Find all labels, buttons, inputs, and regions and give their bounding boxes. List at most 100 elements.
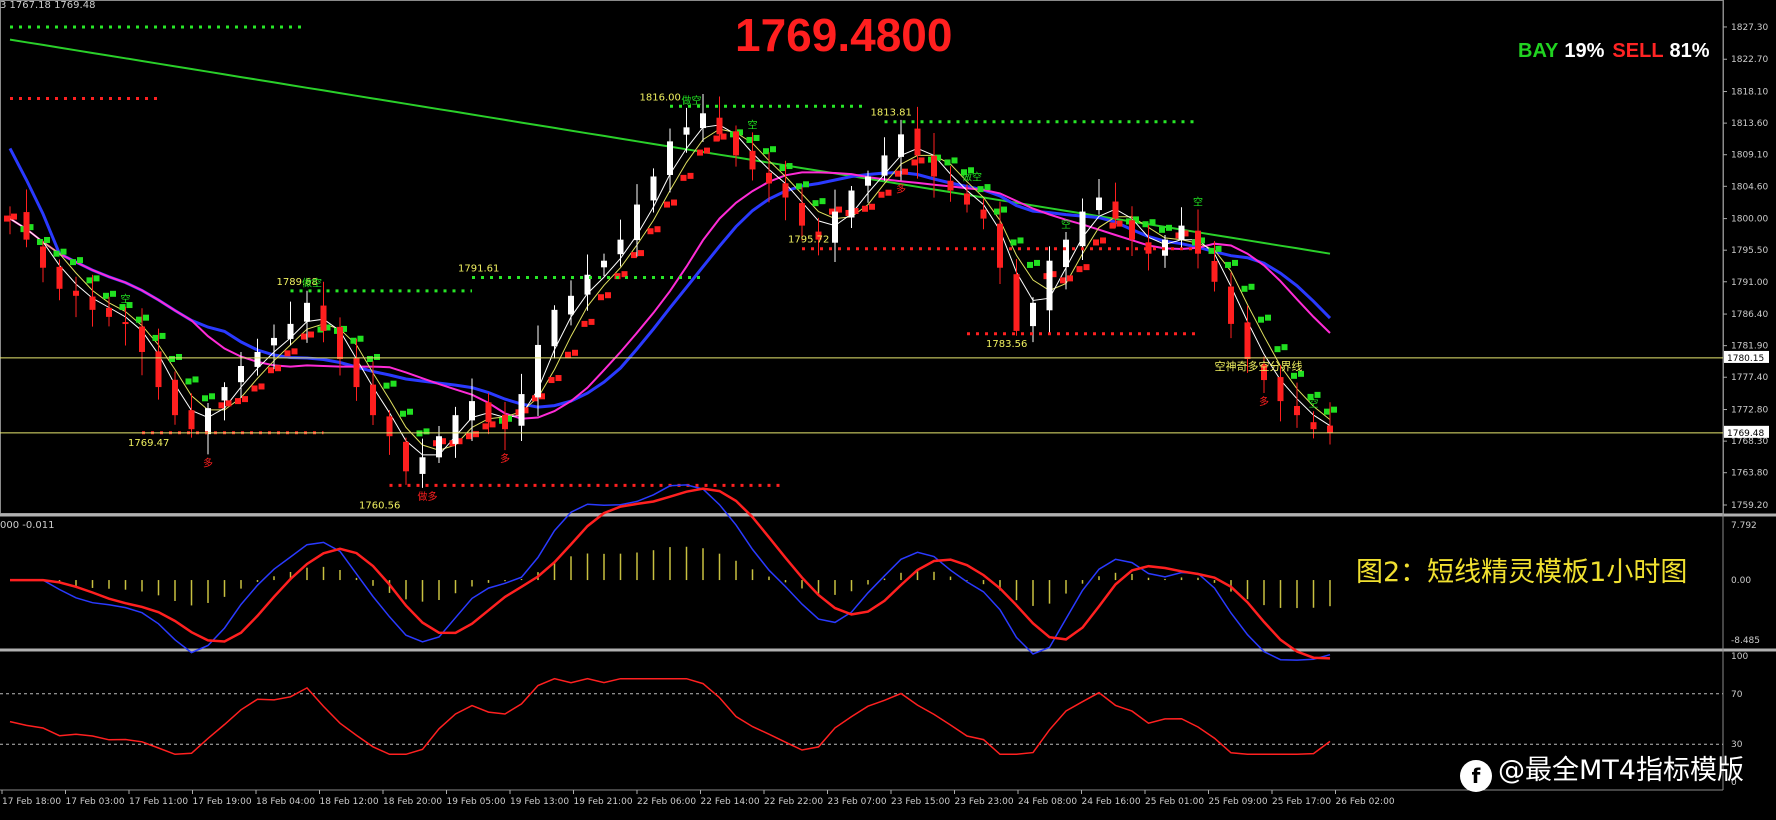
channel-step bbox=[308, 331, 314, 338]
channel-step bbox=[390, 380, 397, 387]
channel-step bbox=[1232, 259, 1238, 266]
watermark-text: @最全MT4指标模版 bbox=[1498, 755, 1744, 786]
x-tick-label: 19 Feb 13:00 bbox=[510, 797, 569, 807]
channel-step bbox=[152, 334, 159, 341]
candle-body bbox=[452, 415, 459, 444]
channel-step bbox=[1109, 222, 1116, 229]
header-info: 3 1767.18 1769.48 bbox=[0, 0, 96, 11]
channel-step bbox=[654, 226, 661, 233]
channel-step bbox=[235, 398, 241, 405]
sentiment-panel: BAY 19% SELL 81% bbox=[1518, 40, 1710, 63]
candle-body bbox=[799, 203, 805, 226]
channel-step bbox=[1100, 237, 1106, 244]
candle-body bbox=[881, 155, 888, 176]
osc-y-tick-label: 100 bbox=[1731, 652, 1748, 662]
candle-body bbox=[964, 193, 970, 205]
channel-step bbox=[984, 184, 991, 191]
candle-body bbox=[469, 401, 475, 421]
candle-body bbox=[749, 150, 756, 170]
candle-body bbox=[89, 296, 96, 310]
channel-step bbox=[416, 430, 423, 437]
channel-step bbox=[70, 259, 76, 266]
candle-body bbox=[271, 337, 277, 346]
price-annotation: 1783.56 bbox=[986, 339, 1027, 350]
candle-body bbox=[320, 305, 327, 331]
candle-body bbox=[1112, 201, 1119, 219]
x-tick-label: 25 Feb 01:00 bbox=[1145, 797, 1204, 807]
channel-step bbox=[258, 383, 265, 390]
chart-stage: 1827.30 1822.70 1818.10 1813.60 1809.10 1804.… bbox=[0, 0, 1776, 816]
signal-label: 多 bbox=[500, 452, 510, 465]
candle-body bbox=[997, 223, 1003, 268]
signal-label: 空 bbox=[1193, 196, 1203, 209]
channel-step bbox=[869, 203, 875, 210]
channel-step bbox=[466, 433, 472, 440]
channel-step bbox=[944, 159, 951, 166]
channel-step bbox=[548, 377, 555, 384]
signal-label: 多 bbox=[203, 456, 213, 469]
candle-body bbox=[1277, 377, 1284, 402]
channel-step bbox=[350, 337, 357, 344]
candle-body bbox=[634, 204, 640, 241]
x-tick-label: 18 Feb 20:00 bbox=[383, 797, 442, 807]
y-tick-label: 1804.60 bbox=[1731, 182, 1768, 192]
y-tick-label: 1795.50 bbox=[1731, 246, 1768, 256]
candle-body bbox=[73, 290, 79, 296]
channel-step bbox=[1017, 237, 1024, 244]
candle-body bbox=[1310, 422, 1317, 430]
candle-body bbox=[931, 155, 937, 177]
channel-step bbox=[1215, 245, 1222, 252]
channel-step bbox=[885, 189, 892, 196]
price-annotation: 1791.61 bbox=[458, 263, 499, 274]
candle-body bbox=[617, 239, 624, 255]
channel-step bbox=[268, 367, 274, 374]
channel-step bbox=[192, 376, 199, 383]
signal-label: 做多 bbox=[418, 490, 438, 503]
channel-step bbox=[423, 428, 430, 435]
macd-info: 000 -0.011 bbox=[0, 520, 55, 531]
price-annotation: 1813.81 bbox=[871, 108, 912, 119]
candle-body bbox=[7, 215, 13, 219]
y-tick-label: 1813.60 bbox=[1731, 119, 1768, 129]
channel-step bbox=[143, 314, 149, 321]
x-tick-label: 17 Feb 19:00 bbox=[193, 797, 252, 807]
signal-label: 空 bbox=[748, 118, 758, 131]
candle-body bbox=[139, 326, 145, 352]
channel-step bbox=[1166, 224, 1172, 231]
channel-step bbox=[786, 163, 793, 170]
candle-body bbox=[254, 351, 261, 367]
channel-step bbox=[301, 333, 307, 340]
candle-body bbox=[106, 307, 112, 317]
candle-body bbox=[1327, 425, 1333, 433]
osc-y-tick-label: 70 bbox=[1731, 690, 1743, 700]
candle-body bbox=[56, 266, 63, 289]
channel-step bbox=[1274, 346, 1281, 353]
channel-step bbox=[664, 201, 670, 208]
candle-body bbox=[155, 351, 162, 388]
channel-step bbox=[770, 146, 776, 153]
candle-body bbox=[337, 326, 343, 359]
channel-step bbox=[218, 402, 225, 409]
candle-body bbox=[436, 436, 442, 458]
candle-body bbox=[551, 309, 558, 347]
channel-step bbox=[159, 332, 166, 339]
candle-body bbox=[23, 212, 30, 240]
price-tag-label: 1780.15 bbox=[1727, 354, 1764, 364]
current-price-display: 1769.4800 bbox=[735, 9, 953, 61]
sell-pct: 81% bbox=[1669, 40, 1710, 62]
y-tick-label: 1791.00 bbox=[1731, 278, 1768, 288]
channel-step bbox=[902, 168, 908, 175]
candle-body bbox=[832, 211, 838, 243]
x-tick-label: 23 Feb 15:00 bbox=[891, 797, 950, 807]
channel-step bbox=[746, 136, 753, 143]
x-tick-label: 25 Feb 09:00 bbox=[1209, 797, 1268, 807]
channel-step bbox=[1142, 221, 1149, 228]
price-annotation: 1760.56 bbox=[359, 500, 400, 511]
candle-body bbox=[898, 134, 904, 157]
channel-step bbox=[647, 228, 654, 235]
channel-step bbox=[374, 353, 380, 360]
channel-step bbox=[598, 294, 604, 301]
bay-pct: 19% bbox=[1564, 40, 1605, 62]
channel-step bbox=[671, 199, 677, 206]
bay-label: BAY bbox=[1518, 40, 1559, 62]
